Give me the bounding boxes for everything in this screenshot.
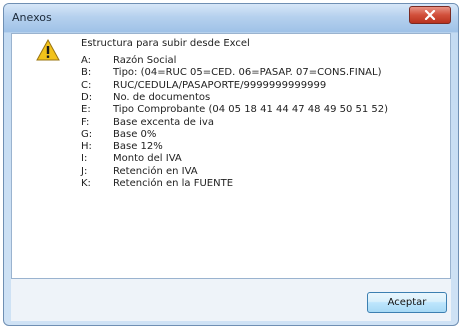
- field-description: Base 0%: [113, 128, 157, 140]
- field-description: No. de documentos: [113, 91, 211, 103]
- field-column-letter: D:: [81, 91, 93, 103]
- field-column-letter: K:: [81, 178, 91, 189]
- title-bar[interactable]: Anexos: [4, 4, 458, 32]
- field-column-letter: A:: [81, 55, 92, 66]
- field-column-letter: E:: [81, 104, 91, 116]
- dialog-window: Anexos: [3, 3, 459, 326]
- close-icon: [424, 10, 436, 20]
- field-column-letter: G:: [81, 128, 93, 140]
- field-description: Razón Social: [113, 55, 177, 66]
- field-description: Base excenta de iva: [113, 116, 214, 128]
- field-column-letter: H:: [81, 141, 92, 153]
- field-description: RUC/CEDULA/PASAPORTE/9999999999999: [113, 79, 327, 91]
- field-column-letter: J:: [81, 165, 88, 177]
- close-button[interactable]: [409, 6, 451, 24]
- accept-button[interactable]: Aceptar: [367, 292, 447, 313]
- field-description: Base 12%: [113, 141, 163, 153]
- field-column-letter: I:: [81, 153, 88, 165]
- field-description: Tipo Comprobante (04 05 18 41 44 47 48 4…: [113, 104, 389, 116]
- field-description: Retención en la FUENTE: [113, 178, 234, 189]
- window-title: Anexos: [12, 11, 52, 24]
- message-heading: Estructura para subir desde Excel: [81, 38, 250, 49]
- field-column-letter: F:: [81, 116, 90, 128]
- field-description: Monto del IVA: [113, 153, 182, 165]
- field-column-letter: B:: [81, 67, 92, 79]
- field-description: Tipo: (04=RUC 05=CED. 06=PASAP. 07=CONS.…: [113, 67, 382, 79]
- field-description: Retención en IVA: [113, 165, 198, 177]
- field-column-letter: C:: [81, 79, 92, 91]
- warning-icon: [36, 39, 60, 61]
